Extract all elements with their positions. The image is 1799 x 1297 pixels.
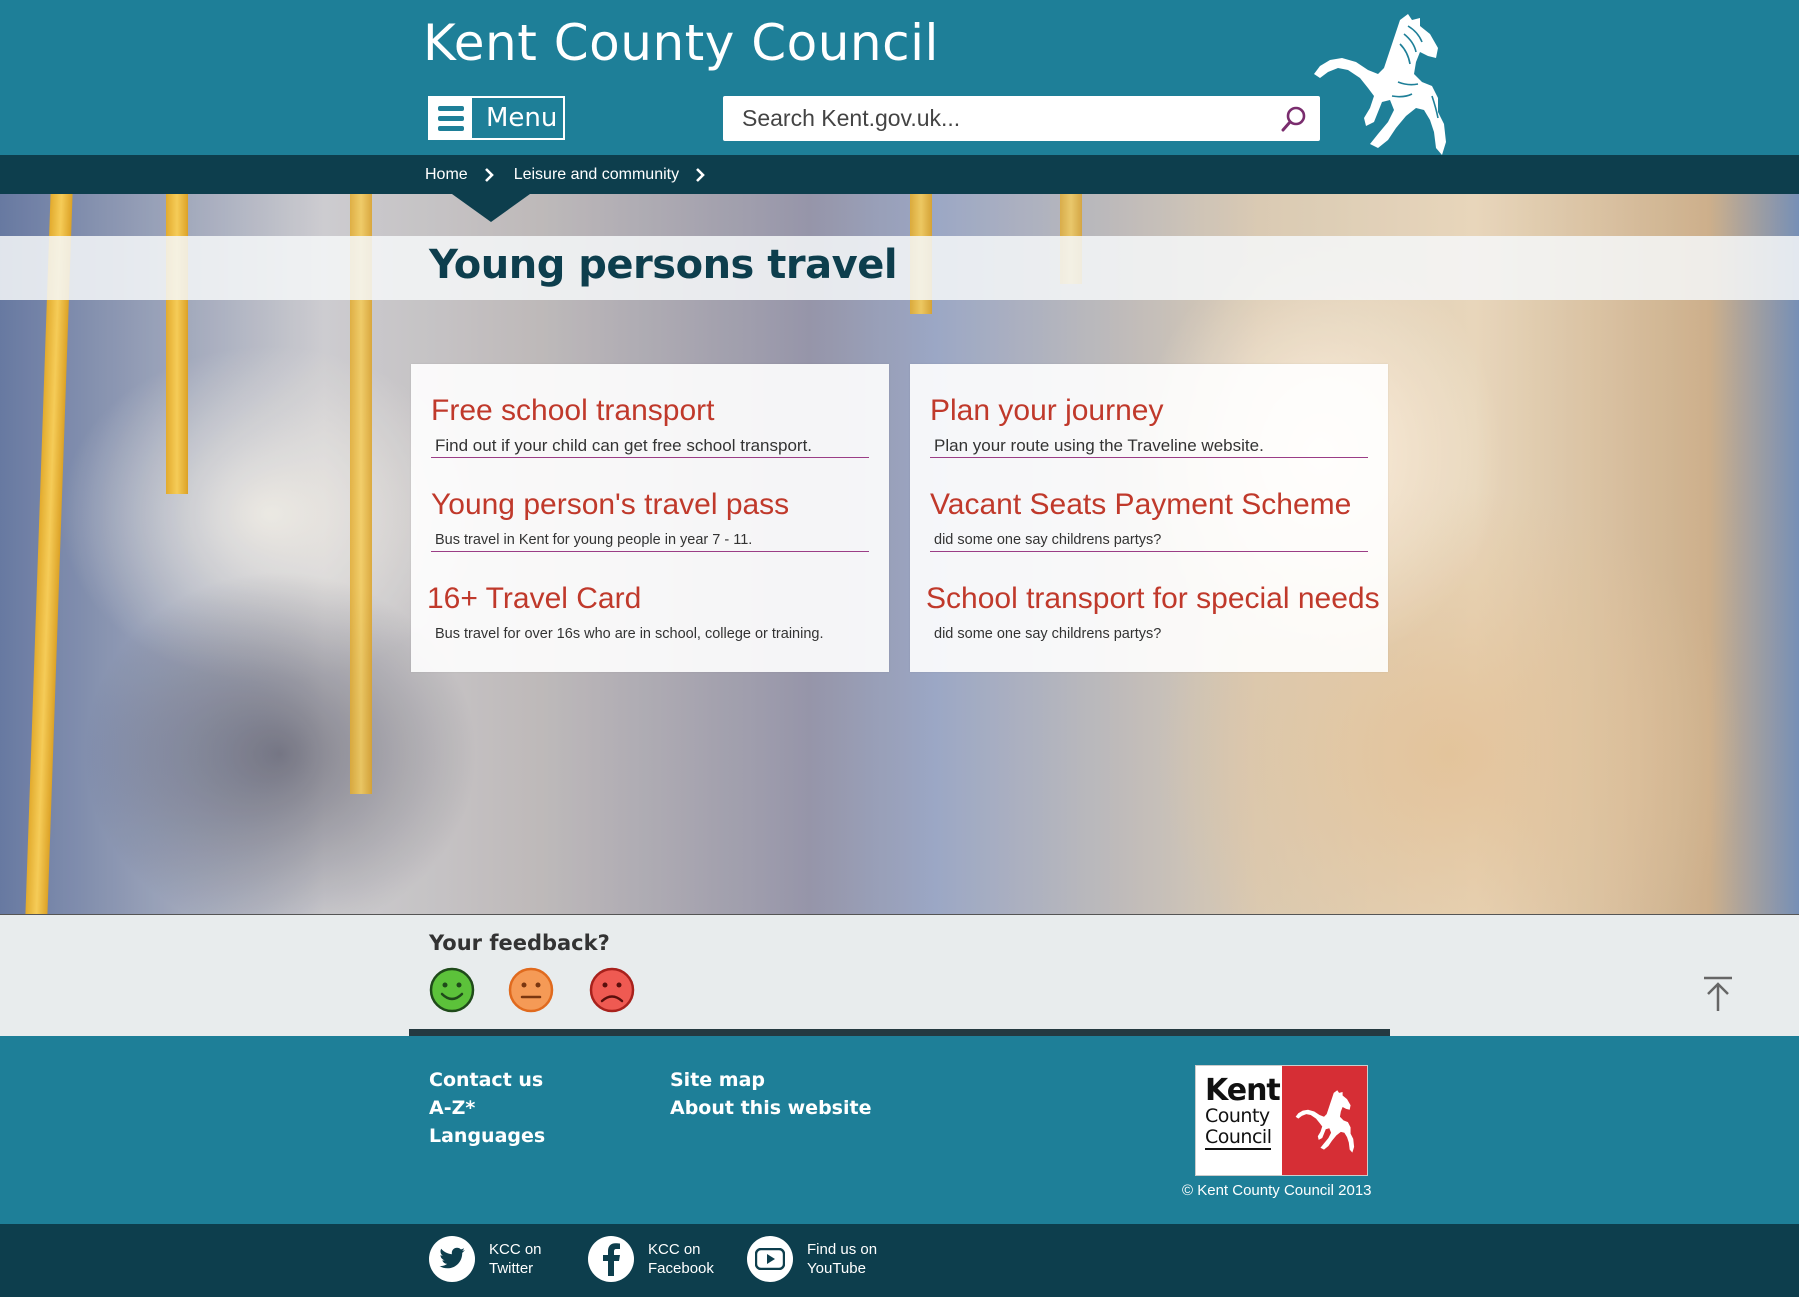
card-item: Free school transport Find out if your c… (431, 364, 869, 458)
card-description: Plan your route using the Traveline webs… (934, 436, 1264, 455)
card-description: Bus travel for over 16s who are in schoo… (435, 626, 824, 642)
menu-label: Menu (486, 103, 558, 133)
youtube-icon (747, 1236, 793, 1282)
search-box (723, 96, 1320, 141)
twitter-icon (429, 1236, 475, 1282)
youtube-link[interactable]: Find us on YouTube (747, 1236, 897, 1282)
breadcrumb-leisure-and-community[interactable]: Leisure and community (514, 166, 679, 184)
card-item: Plan your journey Plan your route using … (930, 364, 1368, 458)
card-item: School transport for special needs did s… (926, 552, 1380, 646)
social-label: KCC on Facebook (648, 1241, 714, 1277)
social-label: Find us on YouTube (807, 1241, 878, 1277)
chevron-right-icon (484, 167, 494, 182)
social-label: KCC on Twitter (489, 1241, 542, 1277)
breadcrumb-home[interactable]: Home (425, 166, 468, 184)
title-band: Young persons travel (0, 236, 1799, 300)
breadcrumb-bar: Home Leisure and community (0, 155, 1799, 194)
site-footer: Contact us A-Z* Languages Site map About… (0, 1036, 1799, 1224)
link-card-right: Plan your journey Plan your route using … (910, 364, 1388, 672)
back-to-top-icon[interactable] (1700, 975, 1736, 1013)
page-title: Young persons travel (429, 242, 898, 288)
link-card-left: Free school transport Find out if your c… (411, 364, 889, 672)
chevron-right-icon (696, 167, 705, 182)
hero-background-image (0, 194, 1799, 914)
feedback-section: Your feedback? (0, 914, 1799, 1036)
twitter-link[interactable]: KCC on Twitter (429, 1236, 579, 1282)
card-item: Young person's travel pass Bus travel in… (431, 458, 869, 552)
sad-face-icon[interactable] (589, 967, 635, 1013)
vacant-seats-payment-scheme-link[interactable]: Vacant Seats Payment Scheme (930, 488, 1368, 522)
neutral-face-icon[interactable] (508, 967, 554, 1013)
kcc-logo-badge: Kent County Council (1195, 1065, 1368, 1176)
sixteen-plus-travel-card-link[interactable]: 16+ Travel Card (427, 582, 869, 616)
happy-face-icon[interactable] (429, 967, 475, 1013)
invicta-horse-logo (1314, 14, 1446, 155)
footer-links-column-2: Site map About this website (670, 1068, 871, 1120)
search-icon[interactable] (1280, 105, 1308, 133)
footer-links-column-1: Contact us A-Z* Languages (429, 1068, 545, 1148)
free-school-transport-link[interactable]: Free school transport (431, 394, 869, 428)
hero-overlay (0, 194, 1799, 914)
copyright-text: © Kent County Council 2013 (1182, 1182, 1372, 1199)
social-bar: KCC on Twitter KCC on Facebook Find us o… (0, 1224, 1799, 1297)
kcc-logo-text: Kent County Council (1205, 1073, 1281, 1150)
feedback-title: Your feedback? (429, 931, 610, 955)
card-description: Bus travel in Kent for young people in y… (435, 532, 753, 548)
about-this-website-link[interactable]: About this website (670, 1096, 871, 1120)
menu-button[interactable]: Menu (428, 96, 565, 140)
plan-your-journey-link[interactable]: Plan your journey (930, 394, 1368, 428)
contact-us-link[interactable]: Contact us (429, 1068, 545, 1092)
young-persons-travel-pass-link[interactable]: Young person's travel pass (431, 488, 869, 522)
card-description: Find out if your child can get free scho… (435, 436, 813, 455)
search-input[interactable] (723, 96, 1263, 141)
card-description: did some one say childrens partys? (934, 626, 1162, 642)
school-transport-special-needs-link[interactable]: School transport for special needs (926, 582, 1380, 616)
site-title[interactable]: Kent County Council (423, 14, 939, 72)
breadcrumb-pointer (452, 194, 530, 222)
card-item: 16+ Travel Card Bus travel for over 16s … (427, 552, 869, 646)
site-header: Kent County Council Menu (0, 0, 1799, 155)
a-z-link[interactable]: A-Z* (429, 1096, 545, 1120)
horse-emblem-icon (1281, 1066, 1367, 1175)
card-description: did some one say childrens partys? (934, 532, 1162, 548)
languages-link[interactable]: Languages (429, 1124, 545, 1148)
card-item: Vacant Seats Payment Scheme did some one… (930, 458, 1368, 552)
site-map-link[interactable]: Site map (670, 1068, 871, 1092)
hamburger-icon (430, 98, 472, 138)
facebook-link[interactable]: KCC on Facebook (588, 1236, 738, 1282)
footer-divider (409, 1029, 1390, 1036)
breadcrumb: Home Leisure and community (425, 155, 725, 194)
facebook-icon (588, 1236, 634, 1282)
